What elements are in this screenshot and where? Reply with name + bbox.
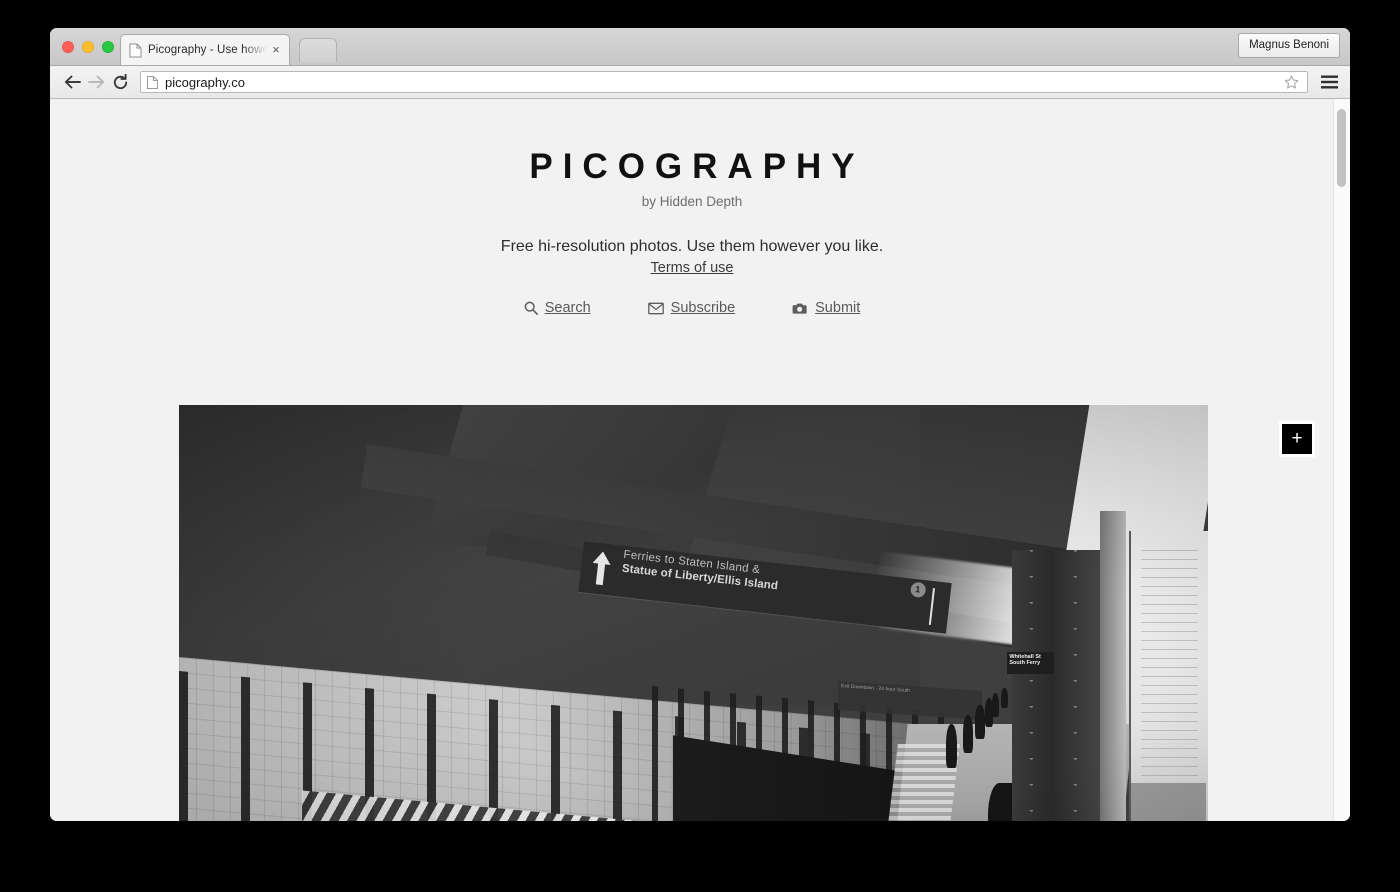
close-icon[interactable]: ×	[269, 43, 283, 57]
photo-poster-band	[1130, 782, 1206, 821]
nav-label-submit: Submit	[815, 300, 861, 316]
photo-person	[1001, 688, 1009, 709]
nav-label-search: Search	[544, 300, 591, 316]
terms-wrapper: Terms of use	[50, 259, 1334, 277]
nav-item-search[interactable]: Search	[524, 300, 591, 316]
envelope-icon	[647, 302, 664, 315]
arrow-up-icon	[589, 550, 615, 588]
forward-button[interactable]	[84, 70, 108, 94]
photo-person	[975, 705, 985, 739]
photo-person	[945, 724, 957, 768]
terms-of-use-link[interactable]: Terms of use	[651, 260, 734, 276]
photo-station-sign: Whitehall St South Ferry	[1007, 651, 1054, 674]
nav-item-submit[interactable]: Submit	[792, 300, 860, 316]
arrow-left-icon	[64, 75, 81, 89]
page-icon	[147, 75, 158, 89]
page-scrollbar[interactable]	[1333, 99, 1350, 821]
minimize-window-button[interactable]	[82, 41, 94, 53]
close-window-button[interactable]	[62, 41, 74, 53]
hamburger-menu-icon	[1320, 75, 1338, 89]
featured-photo[interactable]: Exit Downtown · 24 hour South Whitehall …	[179, 405, 1208, 821]
picography-page: PICOGRAPHY by Hidden Depth Free hi-resol…	[50, 99, 1334, 821]
screen: Picography - Use however × Magnus Benoni	[0, 0, 1400, 892]
new-tab-button[interactable]	[299, 38, 337, 62]
browser-menu-button[interactable]	[1318, 71, 1340, 93]
camera-icon	[792, 302, 808, 315]
browser-window: Picography - Use however × Magnus Benoni	[50, 28, 1350, 821]
add-photo-button[interactable]: +	[1282, 424, 1312, 454]
url-text: picography.co	[165, 74, 245, 90]
window-controls	[62, 41, 114, 53]
profile-button[interactable]: Magnus Benoni	[1238, 33, 1340, 58]
photo-person	[991, 692, 1000, 718]
photo-person	[963, 714, 974, 754]
search-icon	[524, 301, 538, 315]
page-title: PICOGRAPHY	[529, 147, 865, 186]
photo-route-badge: 1	[909, 581, 927, 599]
tab-strip: Picography - Use however × Magnus Benoni	[50, 28, 1350, 66]
nav-label-subscribe: Subscribe	[670, 300, 736, 316]
tab-title: Picography - Use however	[148, 44, 267, 56]
arrow-right-icon	[87, 75, 104, 89]
site-nav: Search Subscribe Submit	[50, 300, 1334, 316]
reload-icon	[113, 73, 127, 89]
bookmark-star-icon[interactable]	[1281, 72, 1301, 92]
photo-image: Exit Downtown · 24 hour South Whitehall …	[179, 405, 1208, 821]
browser-tab[interactable]: Picography - Use however ×	[120, 34, 290, 65]
back-button[interactable]	[60, 70, 84, 94]
site-byline: by Hidden Depth	[641, 194, 743, 209]
address-bar[interactable]: picography.co	[140, 71, 1308, 93]
photo-steel-column-far	[1099, 511, 1126, 821]
browser-toolbar: picography.co	[50, 66, 1350, 99]
page-viewport: PICOGRAPHY by Hidden Depth Free hi-resol…	[50, 99, 1350, 821]
scrollbar-thumb[interactable]	[1337, 109, 1346, 187]
tagline: Free hi-resolution photos. Use them howe…	[500, 238, 884, 255]
nav-item-subscribe[interactable]: Subscribe	[647, 300, 736, 316]
photo-sign-divider	[928, 588, 936, 625]
photo-poster-text	[1141, 550, 1198, 793]
page-icon	[129, 43, 142, 58]
photo-rivets	[1012, 550, 1100, 821]
reload-button[interactable]	[108, 70, 132, 94]
photo-steel-column	[1012, 550, 1100, 821]
zoom-window-button[interactable]	[102, 41, 114, 53]
